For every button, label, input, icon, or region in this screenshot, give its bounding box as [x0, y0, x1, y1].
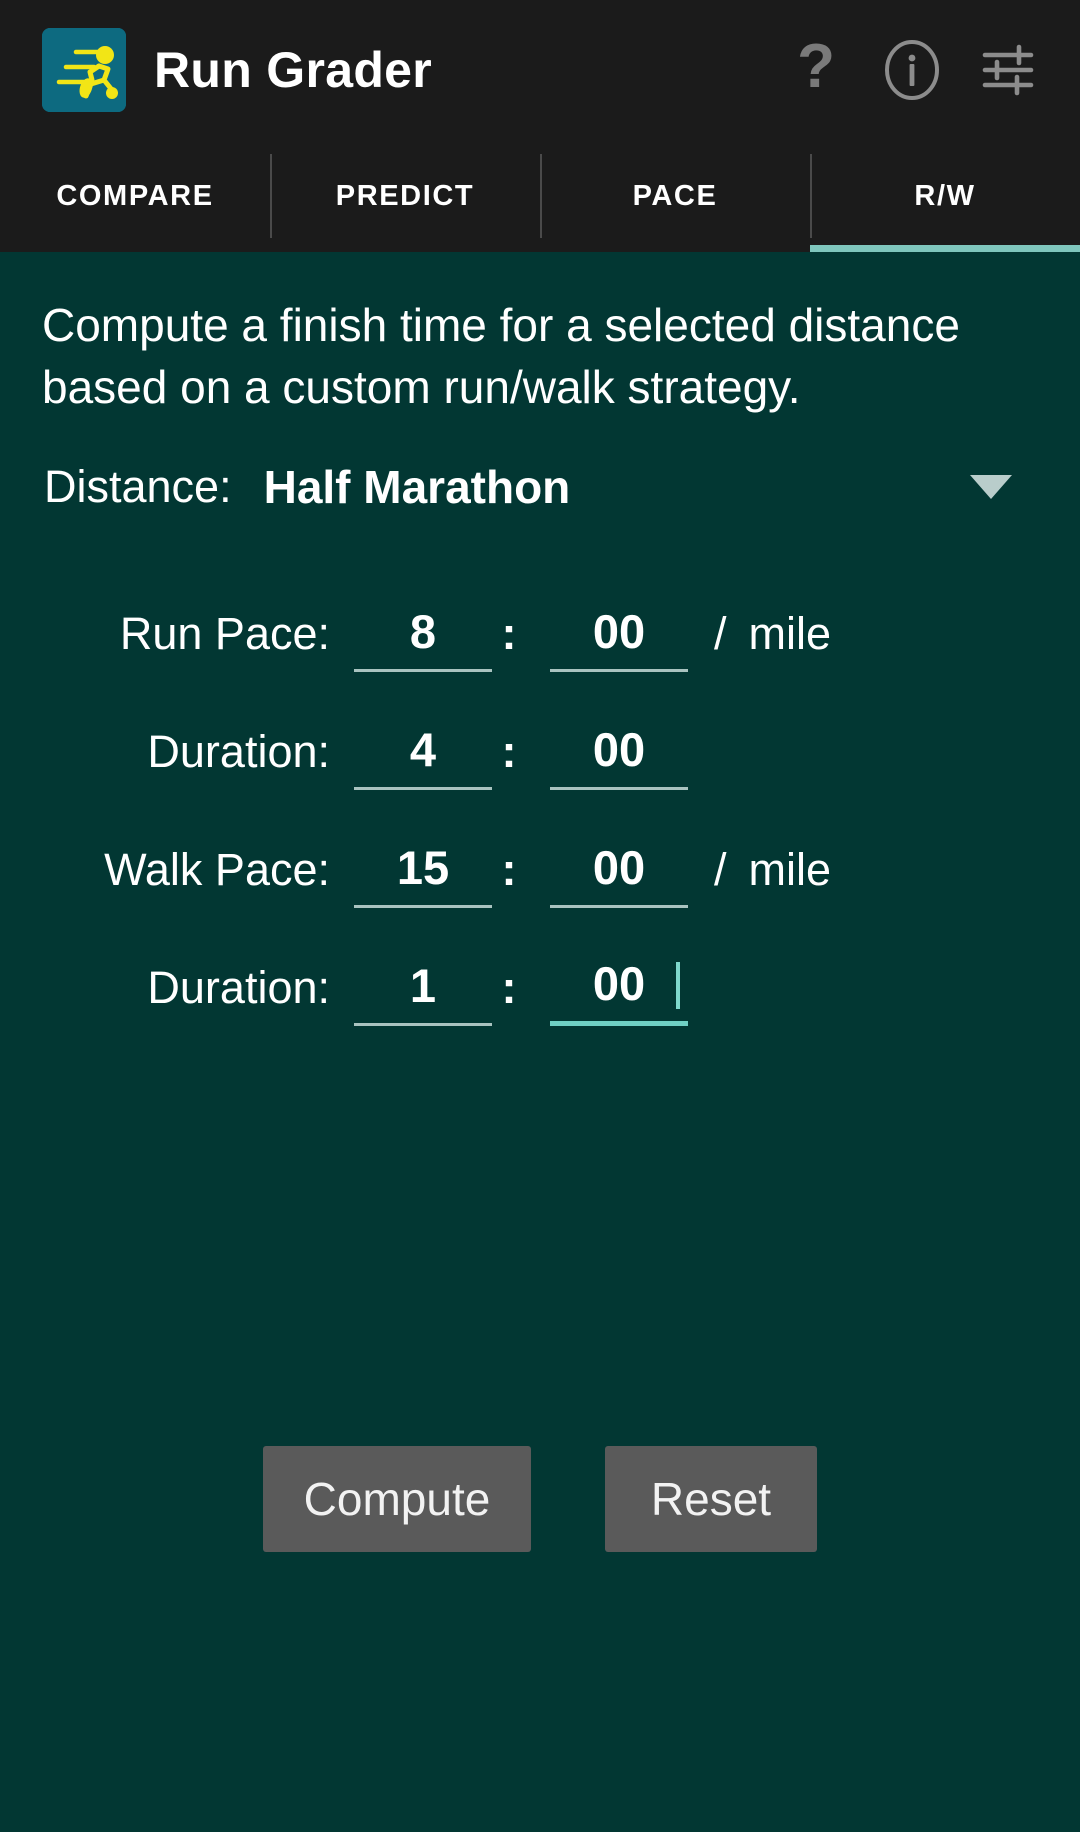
- text-cursor: [676, 962, 680, 1009]
- run-pace-unit-slash: /: [714, 608, 727, 659]
- help-icon: ?: [797, 39, 835, 101]
- help-button[interactable]: ?: [768, 22, 864, 118]
- run-duration-minutes-input[interactable]: 4: [354, 722, 492, 790]
- compute-button[interactable]: Compute: [263, 1446, 531, 1552]
- walk-duration-separator: :: [501, 962, 517, 1013]
- button-bar: Compute Reset: [0, 1446, 1080, 1552]
- tab-pace[interactable]: PACE: [540, 140, 810, 252]
- app-bar: Run Grader ?: [0, 0, 1080, 140]
- run-pace-label: Run Pace:: [119, 608, 330, 659]
- row-walk-duration: Duration: 1 : 00: [0, 908, 1080, 1026]
- reset-button[interactable]: Reset: [605, 1446, 817, 1552]
- info-icon: [885, 40, 939, 100]
- tab-bar: COMPARE PREDICT PACE R/W: [0, 140, 1080, 252]
- run-pace-unit: / mile: [714, 608, 831, 672]
- run-duration-label: Duration:: [147, 726, 330, 777]
- walk-pace-unit: / mile: [714, 844, 831, 908]
- walk-pace-minutes-input[interactable]: 15: [354, 840, 492, 908]
- app-icon: [42, 28, 126, 112]
- walk-pace-separator: :: [501, 844, 517, 895]
- info-button[interactable]: [864, 22, 960, 118]
- tab-rw-label: R/W: [914, 179, 976, 212]
- walk-duration-minutes-input[interactable]: 1: [354, 958, 492, 1026]
- row-walk-pace: Walk Pace: 15 : 00 / mile: [0, 790, 1080, 908]
- tab-compare[interactable]: COMPARE: [0, 140, 270, 252]
- tab-pace-label: PACE: [632, 179, 718, 212]
- walk-duration-label: Duration:: [147, 962, 330, 1013]
- run-pace-separator: :: [501, 608, 517, 659]
- tab-rw[interactable]: R/W: [810, 140, 1080, 252]
- app-title: Run Grader: [154, 42, 433, 98]
- tab-predict[interactable]: PREDICT: [270, 140, 540, 252]
- walk-pace-seconds-input[interactable]: 00: [550, 840, 688, 908]
- walk-pace-unit-slash: /: [714, 844, 727, 895]
- settings-sliders-icon: [982, 44, 1034, 96]
- run-duration-separator: :: [501, 726, 517, 777]
- input-rows: Run Pace: 8 : 00 /mile Duration: 4 : 00 …: [0, 554, 1080, 1026]
- distance-value: Half Marathon: [263, 461, 571, 513]
- walk-duration-seconds-input[interactable]: 00: [550, 956, 688, 1026]
- description-text: Compute a finish time for a selected dis…: [42, 299, 960, 413]
- chevron-down-icon[interactable]: [970, 475, 1012, 499]
- run-duration-seconds-input[interactable]: 00: [550, 722, 688, 790]
- distance-label: Distance:: [44, 461, 232, 512]
- main-content: Compute a finish time for a selected dis…: [0, 252, 1080, 1832]
- settings-button[interactable]: [960, 22, 1056, 118]
- run-pace-minutes-input[interactable]: 8: [354, 604, 492, 672]
- svg-text:?: ?: [797, 39, 835, 101]
- walk-pace-unit-label: mile: [748, 844, 832, 895]
- tab-predict-label: PREDICT: [335, 179, 475, 212]
- walk-duration-seconds-value: 00: [592, 957, 646, 1010]
- tab-compare-label: COMPARE: [56, 179, 214, 212]
- row-run-pace: Run Pace: 8 : 00 / mile: [0, 554, 1080, 672]
- walk-pace-label: Walk Pace:: [104, 844, 330, 895]
- run-pace-seconds-input[interactable]: 00: [550, 604, 688, 672]
- running-figure-icon: [42, 28, 126, 112]
- run-pace-unit-label: mile: [748, 608, 832, 659]
- row-run-duration: Duration: 4 : 00: [0, 672, 1080, 790]
- distance-selector[interactable]: Distance: Half Marathon: [0, 418, 1080, 514]
